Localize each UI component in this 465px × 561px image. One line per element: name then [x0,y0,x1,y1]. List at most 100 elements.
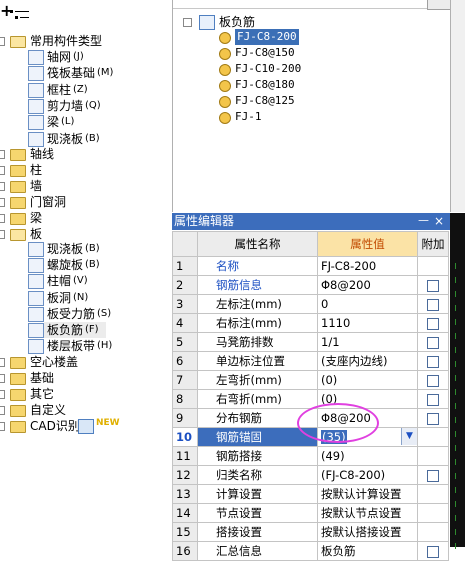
property-row[interactable]: 4 右标注(mm) 1110 [172,313,449,333]
property-editor: 属性编辑器 ᅳ × 属性名称 属性值 附加 1 名称 FJ-C8-200 2 钢筋信息 Φ… [172,213,450,561]
row-number: 14 [172,503,198,523]
property-value[interactable]: (49) [317,446,418,466]
tree-node-cad[interactable]: CAD识别 NEW [0,418,172,434]
expand-toggle-icon[interactable] [0,214,5,223]
close-icon[interactable]: × [434,213,444,230]
slab-rebar-icon [199,15,215,30]
extra-checkbox[interactable] [427,298,439,311]
property-value[interactable]: (FJ-C8-200) [317,465,418,485]
row-number: 7 [172,370,198,390]
tree-item-label: 板负筋 [47,323,84,337]
tree-node-category[interactable]: 墙 [0,178,172,194]
property-row[interactable]: 1 名称 FJ-C8-200 [172,256,449,276]
property-value[interactable]: 按默认节点设置 [317,503,418,523]
expand-toggle-icon[interactable] [0,166,5,175]
property-value[interactable]: 1110 [317,313,418,333]
tree-node-category[interactable]: 柱 [0,162,172,178]
tree-node-category[interactable]: 梁 [0,210,172,226]
expand-toggle-icon[interactable] [0,198,5,207]
tree-item-common[interactable]: 框柱 (Z) [0,82,172,98]
row-number: 2 [172,275,198,295]
component-item-label: FJ-C8@180 [235,78,295,91]
tree-item-slab[interactable]: 柱帽 (V) [0,273,172,290]
extra-checkbox[interactable] [427,317,439,330]
chevron-down-icon[interactable]: ▼ [401,428,417,445]
collapse-toggle-icon[interactable] [0,37,5,46]
property-row[interactable]: 6 单边标注位置 (支座内边线) [172,351,449,371]
expand-toggle-icon[interactable] [0,182,5,191]
tree-item-shortcut: (F) [85,324,99,335]
tree-node-category[interactable]: 基础 [0,370,172,386]
property-value[interactable]: FJ-C8-200 [317,256,418,276]
property-row[interactable]: 11 钢筋搭接 (49) [172,446,449,466]
tree-node-category[interactable]: 空心楼盖 [0,354,172,370]
tree-node-slab[interactable]: 板 [0,226,172,242]
expand-toggle-icon[interactable] [0,406,5,415]
property-row[interactable]: 5 马凳筋排数 1/1 [172,332,449,352]
property-row[interactable]: 2 钢筋信息 Φ8@200 [172,275,449,295]
tree-node-category[interactable]: 门窗洞 [0,194,172,210]
property-value[interactable]: (0) [317,370,418,390]
component-icon [28,82,44,98]
expand-toggle-icon[interactable] [0,390,5,399]
tree-item-common[interactable]: 轴网 (J) [0,49,172,65]
tree-item-slab[interactable]: 板负筋 (F) [0,322,172,338]
tree-item-slab[interactable]: 板洞 (N) [0,290,172,306]
pin-icon[interactable]: ᅳ [418,213,429,230]
tree-item-common[interactable]: 梁 (L) [0,114,172,131]
extra-checkbox[interactable] [427,279,439,292]
extra-checkbox[interactable] [427,412,439,425]
property-row[interactable]: 13 计算设置 按默认计算设置 [172,484,449,504]
tree-item-slab[interactable]: 螺旋板 (B) [0,257,172,274]
property-value[interactable]: 0 [317,294,418,314]
tree-item-slab[interactable]: 板受力筋 (S) [0,306,172,322]
drawing-canvas-edge [450,213,465,549]
folder-icon [10,421,26,433]
extra-checkbox[interactable] [427,469,439,482]
extra-checkbox[interactable] [427,393,439,406]
property-row[interactable]: 8 右弯折(mm) (0) [172,389,449,409]
collapse-toggle-icon[interactable] [0,230,5,239]
row-number: 10 [172,427,198,447]
property-value-text: 0 [321,297,329,311]
property-value[interactable]: 1/1 [317,332,418,352]
expand-toggle-icon[interactable] [0,358,5,367]
property-value[interactable]: (支座内边线) [317,351,418,371]
collapse-toggle-icon[interactable] [183,18,192,27]
property-row[interactable]: 15 搭接设置 按默认搭接设置 [172,522,449,542]
tree-item-slab[interactable]: 现浇板 (B) [0,241,172,257]
tree-item-slab[interactable]: 楼层板带 (H) [0,338,172,355]
extra-cell [417,294,449,314]
expand-toggle-icon[interactable] [0,374,5,383]
row-number: 9 [172,408,198,428]
property-row[interactable]: 14 节点设置 按默认节点设置 [172,503,449,523]
tree-node-category[interactable]: 自定义 [0,402,172,418]
extra-checkbox[interactable] [427,336,439,349]
property-row[interactable]: 7 左弯折(mm) (0) [172,370,449,390]
extra-checkbox[interactable] [427,374,439,387]
property-value[interactable]: Φ8@200 [317,275,418,295]
property-value-text: 按默认计算设置 [321,487,402,501]
extra-checkbox[interactable] [427,355,439,368]
tree-node-common-types[interactable]: 常用构件类型 [0,33,172,49]
property-row[interactable]: 3 左标注(mm) 0 [172,294,449,314]
property-row[interactable]: 12 归类名称 (FJ-C8-200) [172,465,449,485]
tree-node-category[interactable]: 其它 [0,386,172,402]
tree-item-common[interactable]: 筏板基础 (M) [0,65,172,82]
property-value[interactable]: 按默认计算设置 [317,484,418,504]
search-icon[interactable] [427,0,451,10]
extra-cell [417,465,449,485]
header-number [172,231,198,257]
tree-item-common[interactable]: 剪力墙 (Q) [0,98,172,114]
tree-node-category[interactable]: 轴线 [0,146,172,162]
tree-item-common[interactable]: 现浇板 (B) [0,131,172,147]
property-value[interactable]: 按默认搭接设置 [317,522,418,542]
vertical-scrollbar[interactable] [450,0,465,212]
collapse-tree-icon[interactable] [10,10,30,20]
expand-toggle-icon[interactable] [0,422,5,431]
search-box[interactable] [173,0,451,10]
property-row[interactable]: 16 汇总信息 板负筋 [172,541,449,561]
extra-checkbox[interactable] [427,545,439,558]
expand-toggle-icon[interactable] [0,150,5,159]
property-value[interactable]: 板负筋 [317,541,418,561]
